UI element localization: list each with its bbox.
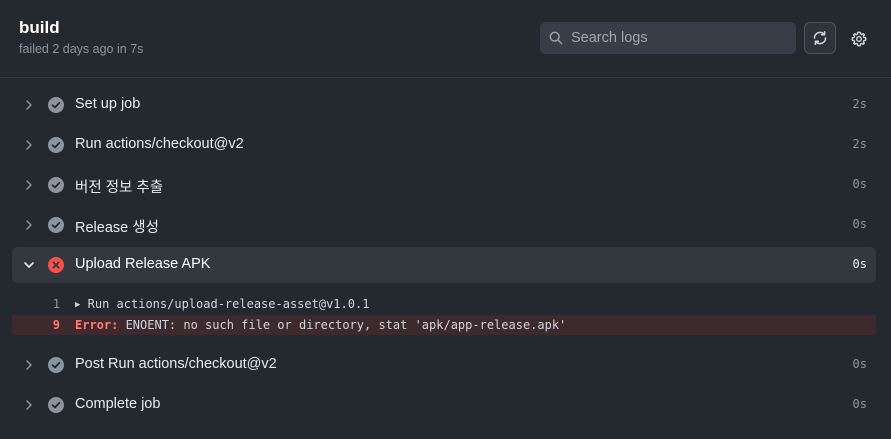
check-circle-icon	[48, 357, 64, 373]
job-status-meta: failed 2 days ago in 7s	[19, 42, 144, 56]
step-duration: 2s	[852, 97, 867, 111]
log-line[interactable]: 1 ▶ Run actions/upload-release-asset@v1.…	[12, 294, 876, 314]
check-circle-icon	[48, 177, 64, 193]
job-title: build	[19, 18, 60, 37]
chevron-right-icon[interactable]	[23, 179, 35, 191]
step-duration: 0s	[852, 217, 867, 231]
job-header: build failed 2 days ago in 7s	[0, 0, 891, 78]
step-name: 버전 정보 추출	[75, 180, 164, 196]
error-label: Error:	[75, 318, 119, 332]
step-extract-version[interactable]: 버전 정보 추출 0s	[12, 167, 876, 203]
step-post-run-checkout[interactable]: Post Run actions/checkout@v2 0s	[12, 347, 876, 383]
chevron-right-icon[interactable]	[23, 139, 35, 151]
search-icon	[549, 31, 563, 45]
step-name: Post Run actions/checkout@v2	[75, 356, 277, 372]
log-line-text: Error: ENOENT: no such file or directory…	[75, 318, 566, 332]
check-circle-icon	[48, 137, 64, 153]
step-duration: 0s	[852, 397, 867, 411]
log-line-number[interactable]: 1	[12, 297, 60, 311]
step-upload-release-apk[interactable]: Upload Release APK 0s	[12, 247, 876, 283]
step-name: Set up job	[75, 96, 141, 112]
step-name: Run actions/checkout@v2	[75, 136, 244, 152]
step-duration: 0s	[852, 257, 867, 271]
gear-icon	[851, 31, 867, 47]
log-line-number[interactable]: 9	[12, 318, 60, 332]
step-name: Complete job	[75, 396, 161, 412]
sync-icon	[813, 31, 827, 45]
search-logs-input[interactable]	[570, 22, 791, 54]
step-complete-job[interactable]: Complete job 0s	[12, 387, 876, 423]
refresh-button[interactable]	[804, 22, 836, 54]
check-circle-icon	[48, 97, 64, 113]
search-logs-box[interactable]	[540, 22, 796, 54]
step-name: Release 생성	[75, 220, 159, 236]
step-duration: 2s	[852, 137, 867, 151]
log-group-title: Run actions/upload-release-asset@v1.0.1	[87, 297, 370, 311]
triangle-right-icon[interactable]: ▶	[75, 300, 80, 310]
log-line-text: ▶ Run actions/upload-release-asset@v1.0.…	[75, 297, 369, 311]
step-duration: 0s	[852, 357, 867, 371]
chevron-right-icon[interactable]	[23, 359, 35, 371]
x-circle-icon	[48, 257, 64, 273]
error-message: ENOENT: no such file or directory, stat …	[118, 318, 567, 332]
check-circle-icon	[48, 397, 64, 413]
step-set-up-job[interactable]: Set up job 2s	[12, 87, 876, 123]
chevron-down-icon[interactable]	[23, 259, 35, 271]
chevron-right-icon[interactable]	[23, 99, 35, 111]
step-name: Upload Release APK	[75, 256, 211, 272]
step-run-checkout[interactable]: Run actions/checkout@v2 2s	[12, 127, 876, 163]
chevron-right-icon[interactable]	[23, 399, 35, 411]
log-line-error[interactable]: 9 Error: ENOENT: no such file or directo…	[12, 315, 876, 335]
chevron-right-icon[interactable]	[23, 219, 35, 231]
settings-button[interactable]	[848, 28, 870, 50]
step-duration: 0s	[852, 177, 867, 191]
step-create-release[interactable]: Release 생성 0s	[12, 207, 876, 243]
check-circle-icon	[48, 217, 64, 233]
